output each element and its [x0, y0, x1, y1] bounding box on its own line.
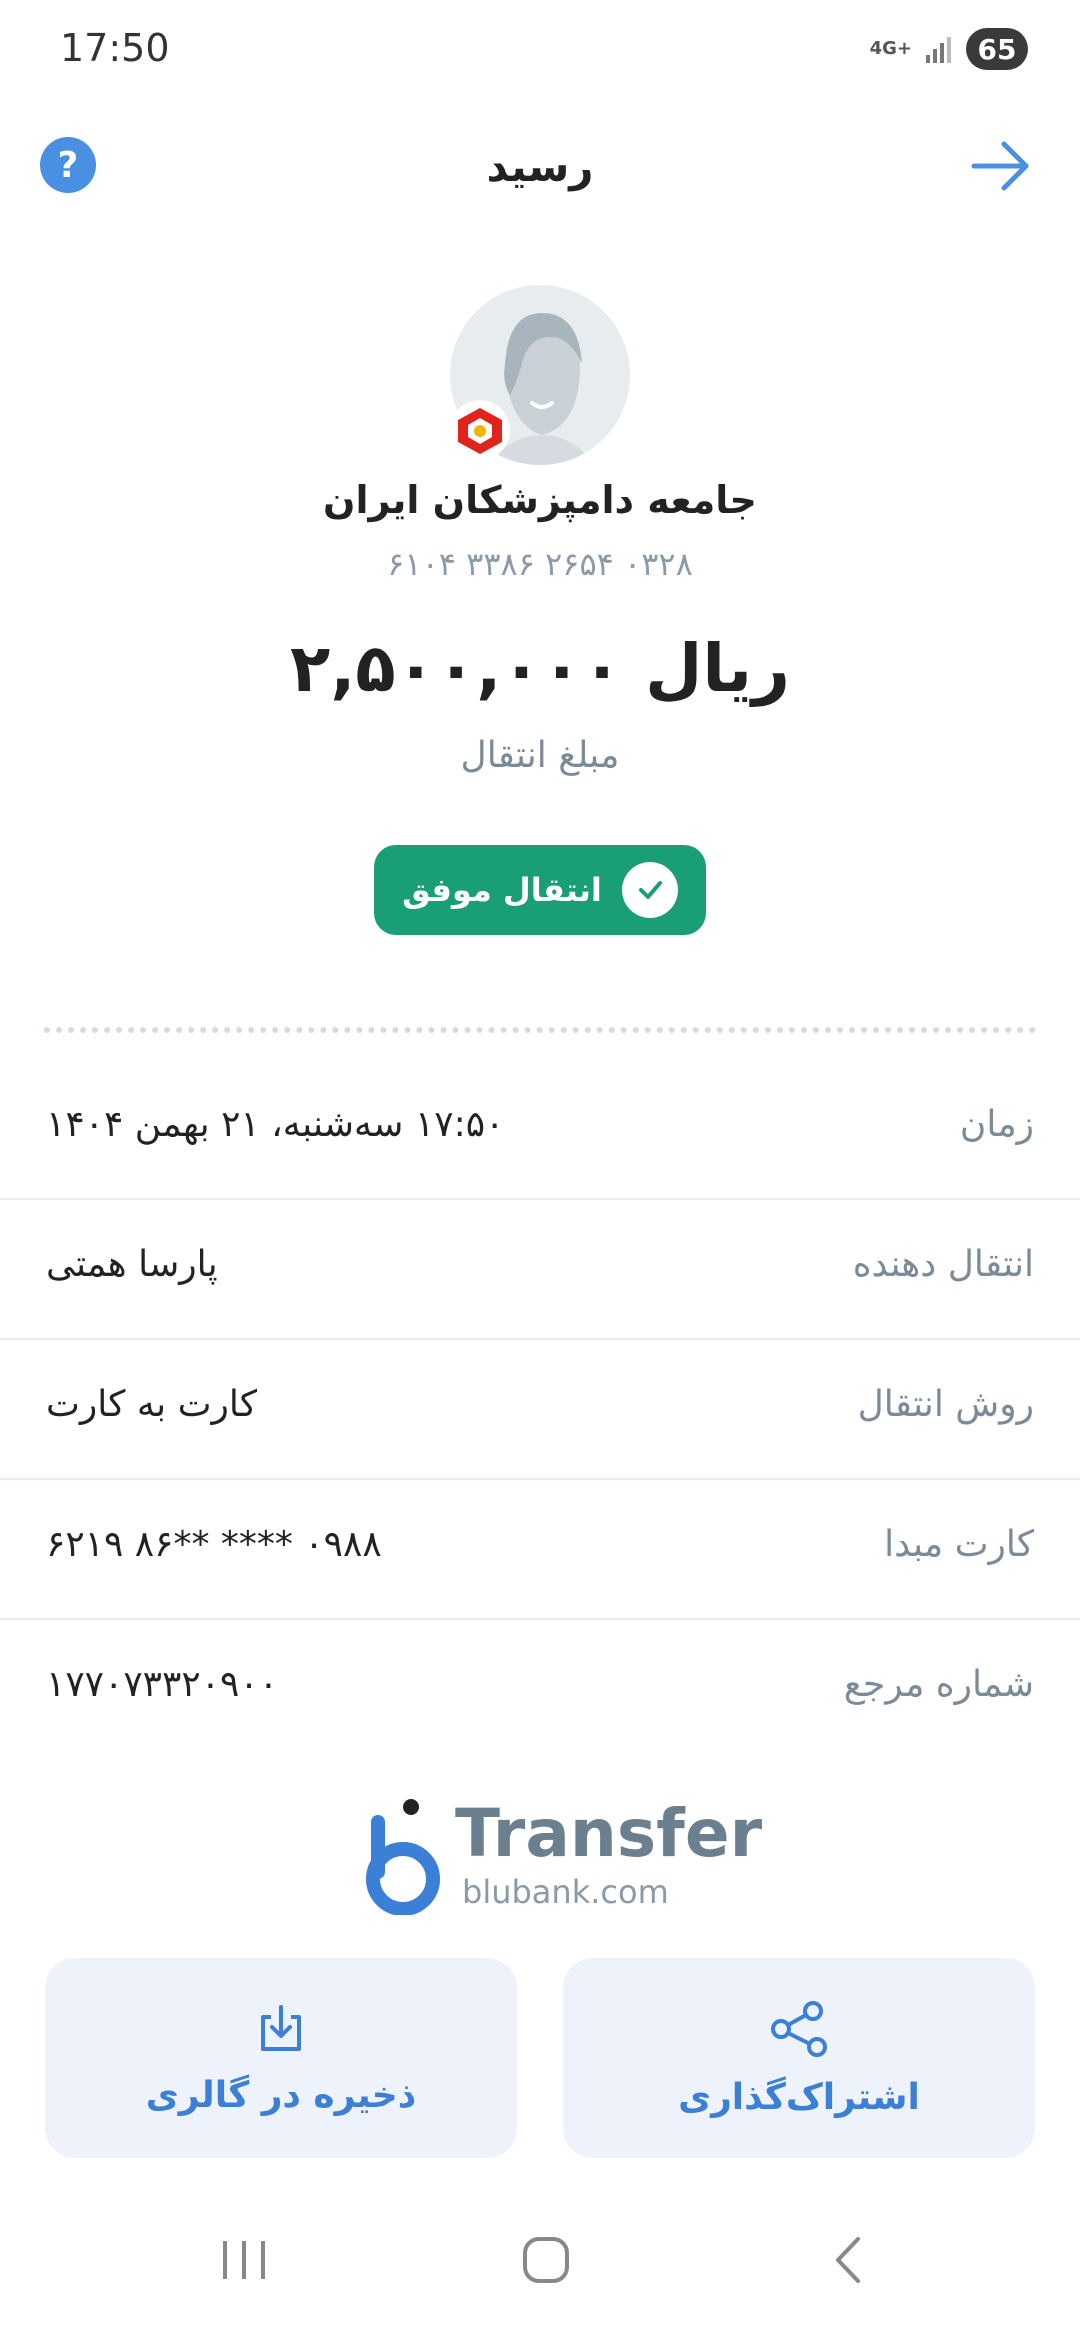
detail-label: روش انتقال	[857, 1384, 1034, 1425]
recipient-name: جامعه دامپزشکان ایران	[323, 478, 757, 522]
transfer-amount-label: مبلغ انتقال	[460, 735, 620, 776]
share-button[interactable]: اشتراک‌گذاری	[563, 1958, 1035, 2158]
detail-label: شماره مرجع	[843, 1664, 1034, 1705]
bank-logo-icon	[450, 400, 510, 460]
status-badge: انتقال موفق	[374, 845, 706, 935]
network-type: 4G+	[869, 38, 912, 59]
home-button[interactable]	[506, 2220, 586, 2300]
share-button-label: اشتراک‌گذاری	[678, 2076, 920, 2118]
check-icon	[621, 862, 678, 918]
detail-value: ۱۷:۵۰ سه‌شنبه، ۲۱ بهمن ۱۴۰۴	[46, 1104, 505, 1145]
detail-label: زمان	[959, 1104, 1034, 1145]
transaction-details: زمان ۱۷:۵۰ سه‌شنبه، ۲۱ بهمن ۱۴۰۴ انتقال …	[0, 1060, 1080, 1758]
blubank-logo-icon	[366, 1799, 440, 1915]
share-icon	[771, 2000, 827, 2057]
transfer-amount: ۲,۵۰۰,۰۰۰ ریال	[290, 630, 790, 707]
detail-value: کارت به کارت	[46, 1384, 257, 1425]
save-to-gallery-button[interactable]: ذخیره در گالری	[45, 1958, 517, 2158]
battery-icon: 65	[966, 28, 1028, 70]
status-time: 17:50	[60, 26, 170, 70]
recipient-avatar	[450, 285, 630, 465]
dotted-divider	[44, 1027, 1036, 1033]
logo-title: Transfer	[455, 1795, 763, 1872]
detail-value: پارسا همتی	[46, 1244, 218, 1285]
download-icon	[261, 2004, 301, 2051]
app-bar: ? رسید	[0, 120, 1080, 210]
status-indicators: 4G+ 65	[870, 28, 1028, 70]
arrow-right-icon	[971, 141, 1029, 191]
detail-row-sender: انتقال دهنده پارسا همتی	[0, 1200, 1080, 1340]
recipient-card-number: ۶۱۰۴ ۳۳۸۶ ۲۶۵۴ ۰۳۲۸	[387, 545, 693, 583]
detail-value: ۶۲۱۹ ۸۶** **** ۰۹۸۸	[46, 1524, 382, 1565]
detail-row-reference: شماره مرجع ۱۷۷۰۷۳۳۲۰۹۰۰	[0, 1620, 1080, 1758]
battery-level: 65	[977, 32, 1017, 66]
logo-subtitle: blubank.com	[462, 1873, 669, 1911]
back-button[interactable]	[966, 136, 1036, 196]
network-indicator: 4G+	[870, 40, 912, 58]
status-text: انتقال موفق	[402, 871, 602, 909]
detail-label: انتقال دهنده	[852, 1244, 1034, 1285]
detail-label: کارت مبدا	[884, 1524, 1034, 1565]
recent-apps-button[interactable]	[204, 2220, 284, 2300]
system-nav-bar	[0, 2180, 1080, 2340]
back-nav-button[interactable]	[808, 2220, 888, 2300]
detail-row-time: زمان ۱۷:۵۰ سه‌شنبه، ۲۱ بهمن ۱۴۰۴	[0, 1060, 1080, 1200]
home-icon	[523, 2237, 569, 2283]
save-button-label: ذخیره در گالری	[145, 2074, 417, 2116]
detail-row-source-card: کارت مبدا ۶۲۱۹ ۸۶** **** ۰۹۸۸	[0, 1480, 1080, 1620]
recent-apps-icon	[223, 2241, 265, 2279]
signal-icon	[926, 37, 951, 63]
status-bar: 17:50 4G+ 65	[0, 0, 1080, 100]
blubank-transfer-logo: Transfer blubank.com	[365, 1795, 762, 1915]
chevron-left-icon	[836, 2237, 860, 2283]
detail-row-method: روش انتقال کارت به کارت	[0, 1340, 1080, 1480]
page-title: رسید	[486, 142, 594, 191]
detail-value: ۱۷۷۰۷۳۳۲۰۹۰۰	[46, 1664, 279, 1705]
